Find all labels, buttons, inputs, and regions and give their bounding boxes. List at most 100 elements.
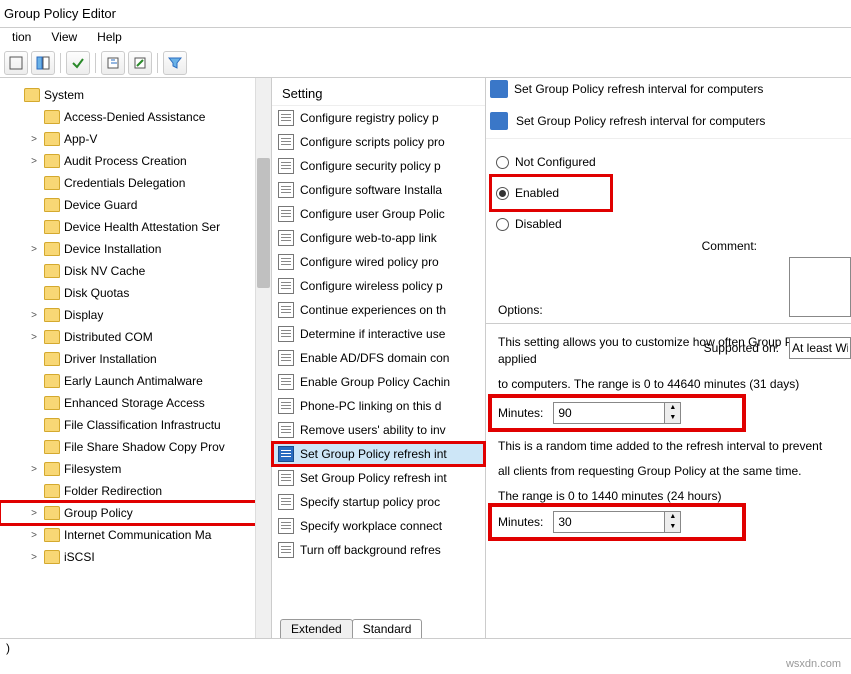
spin-down-icon[interactable]: ▼ [665,522,680,532]
radio-disabled[interactable]: Disabled [496,209,839,239]
expand-icon[interactable]: > [28,156,40,167]
setting-item[interactable]: Configure security policy p [272,154,485,178]
tree-item[interactable]: Early Launch Antimalware [0,370,271,392]
tree-item[interactable]: >Display [0,304,271,326]
setting-item[interactable]: Configure wireless policy p [272,274,485,298]
spin-up-icon[interactable]: ▲ [665,403,680,413]
tab-standard[interactable]: Standard [352,619,423,638]
menu-item[interactable]: View [41,28,87,48]
setting-item[interactable]: Phone-PC linking on this d [272,394,485,418]
setting-item[interactable]: Configure user Group Polic [272,202,485,226]
folder-icon [44,264,60,278]
tree-label: Credentials Delegation [64,176,185,190]
tree-item[interactable]: >App-V [0,128,271,150]
tree-item[interactable]: File Classification Infrastructu [0,414,271,436]
expand-icon[interactable]: > [28,332,40,343]
folder-icon [44,396,60,410]
setting-item[interactable]: Configure software Installa [272,178,485,202]
minutes-input-1[interactable] [554,403,664,423]
supported-field[interactable] [789,337,851,359]
setting-label: Configure wired policy pro [300,255,439,269]
tree-root[interactable]: System [0,84,271,106]
setting-item[interactable]: Continue experiences on th [272,298,485,322]
expand-icon[interactable]: > [28,310,40,321]
setting-item[interactable]: Enable Group Policy Cachin [272,370,485,394]
spinner-buttons[interactable]: ▲▼ [664,403,680,423]
radio-not-configured[interactable]: Not Configured [496,147,839,177]
folder-icon [44,286,60,300]
setting-icon [278,278,294,294]
setting-item[interactable]: Set Group Policy refresh int [272,466,485,490]
expand-icon[interactable]: > [28,464,40,475]
radio-icon[interactable] [496,218,509,231]
tree-item[interactable]: >Filesystem [0,458,271,480]
separator [486,323,851,324]
supported-label: Supported on: [704,341,779,355]
toolbar-button[interactable] [128,51,152,75]
tree-item[interactable]: Credentials Delegation [0,172,271,194]
toolbar-button[interactable] [4,51,28,75]
tree-label: Audit Process Creation [64,154,187,168]
setting-item[interactable]: Configure wired policy pro [272,250,485,274]
toolbar-button[interactable] [66,51,90,75]
spin-up-icon[interactable]: ▲ [665,512,680,522]
tree-item[interactable]: > Audit Process Creation [0,150,271,172]
tree-item[interactable]: >Group Policy [0,502,271,524]
expand-icon[interactable]: > [28,244,40,255]
tree-item[interactable]: >iSCSI [0,546,271,568]
setting-label: Configure software Installa [300,183,442,197]
setting-icon [278,374,294,390]
comment-field[interactable] [789,257,851,317]
minutes-spinner-2[interactable]: ▲▼ [553,511,681,533]
setting-item[interactable]: Turn off background refres [272,538,485,562]
expand-icon[interactable]: > [28,552,40,563]
setting-icon [278,302,294,318]
tab-extended[interactable]: Extended [280,619,353,638]
tree-item[interactable]: Enhanced Storage Access [0,392,271,414]
setting-item[interactable]: Specify startup policy proc [272,490,485,514]
minutes-input-2[interactable] [554,512,664,532]
setting-item[interactable]: Enable AD/DFS domain con [272,346,485,370]
menu-item[interactable]: Help [87,28,132,48]
tree-item[interactable]: File Share Shadow Copy Prov [0,436,271,458]
setting-item[interactable]: Specify workplace connect [272,514,485,538]
menu-item[interactable]: tion [2,28,41,48]
setting-item[interactable]: Set Group Policy refresh int [272,442,485,466]
setting-item[interactable]: Configure scripts policy pro [272,130,485,154]
tree-item[interactable]: Device Guard [0,194,271,216]
expand-icon[interactable]: > [28,530,40,541]
tree-item[interactable]: >Device Installation [0,238,271,260]
toolbar-button[interactable] [101,51,125,75]
spinner-buttons[interactable]: ▲▼ [664,512,680,532]
tree-label: Disk NV Cache [64,264,145,278]
tree-item[interactable]: Access-Denied Assistance [0,106,271,128]
toolbar-filter-button[interactable] [163,51,187,75]
scrollbar[interactable] [255,78,271,638]
radio-icon[interactable] [496,187,509,200]
setting-item[interactable]: Remove users' ability to inv [272,418,485,442]
toolbar [0,48,851,78]
tree-item[interactable]: >Distributed COM [0,326,271,348]
setting-item[interactable]: Configure registry policy p [272,106,485,130]
tree-item[interactable]: Device Health Attestation Ser [0,216,271,238]
toolbar-button[interactable] [31,51,55,75]
radio-enabled[interactable]: Enabled [492,177,610,209]
setting-item[interactable]: Configure web-to-app link [272,226,485,250]
expand-icon[interactable]: > [28,508,40,519]
setting-icon [278,470,294,486]
spin-down-icon[interactable]: ▼ [665,413,680,423]
tree-item[interactable]: Folder Redirection [0,480,271,502]
main-area: System Access-Denied Assistance>App-V>Au… [0,78,851,638]
settings-header[interactable]: Setting [272,78,485,106]
setting-icon [278,182,294,198]
radio-icon[interactable] [496,156,509,169]
expand-icon[interactable]: > [28,134,40,145]
tree-item[interactable]: Disk Quotas [0,282,271,304]
tree-label: Driver Installation [64,352,157,366]
tree-item[interactable]: >Internet Communication Ma [0,524,271,546]
scroll-thumb[interactable] [257,158,270,288]
tree-item[interactable]: Disk NV Cache [0,260,271,282]
minutes-spinner-1[interactable]: ▲▼ [553,402,681,424]
setting-item[interactable]: Determine if interactive use [272,322,485,346]
tree-item[interactable]: Driver Installation [0,348,271,370]
